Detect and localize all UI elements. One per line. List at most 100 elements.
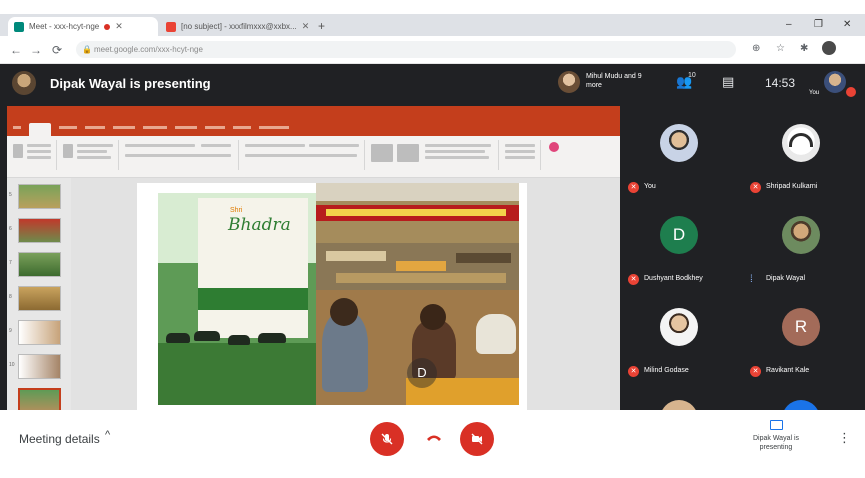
designer-icon[interactable] — [549, 142, 559, 152]
tab-gmail[interactable]: [no subject] - xxxfilmxxx@xxbx... ✕ — [160, 17, 315, 36]
lock-icon: 🔒 — [82, 45, 92, 54]
url-text: meet.google.com/xxx-hcyt-nge — [94, 45, 203, 54]
powerpoint-window: 5 6 7 8 9 10 Shri Bhadra D — [7, 106, 620, 410]
participant-tile[interactable]: ✕ Milind Godase — [620, 300, 740, 392]
meet-favicon-icon — [14, 21, 24, 32]
slide-thumbnail[interactable] — [18, 286, 61, 311]
chevron-up-icon[interactable]: ^ — [105, 429, 110, 441]
bookmark-star-icon[interactable]: ☆ — [776, 43, 785, 54]
tab-meet[interactable]: Meet - xxx-hcyt-nge ✕ — [8, 17, 158, 36]
recording-dot-icon — [104, 23, 111, 30]
participant-tile[interactable]: R ✕ Ravikant Kale — [742, 300, 862, 392]
present-screen-icon[interactable] — [770, 420, 783, 430]
meet-window: Meet - xxx-hcyt-nge ✕ [no subject] - xxx… — [0, 0, 865, 478]
headset-icon — [789, 133, 813, 147]
participant-name: Milind Godase — [644, 367, 689, 374]
ribbon-group-font — [121, 140, 239, 170]
ppt-tab[interactable] — [175, 126, 197, 129]
tab-title: [no subject] - xxxfilmxxx@xxbx... — [181, 22, 297, 31]
mic-off-icon — [381, 433, 393, 445]
mic-off-icon: ✕ — [628, 182, 639, 193]
meeting-details-button[interactable]: Meeting details — [19, 432, 100, 446]
participant-name: You — [644, 183, 656, 190]
ppt-tab[interactable] — [259, 126, 289, 129]
ppt-tab[interactable] — [143, 126, 167, 129]
tab-title: Meet - xxx-hcyt-nge — [29, 22, 100, 31]
extension-icon[interactable]: ⊕ — [752, 43, 760, 54]
participant-name: Shripad Kulkarni — [766, 183, 818, 190]
forward-button[interactable]: → — [30, 43, 42, 57]
reload-button[interactable]: ⟳ — [52, 43, 62, 57]
brand-small-text: Shri — [230, 207, 243, 214]
slide-thumbnail[interactable] — [18, 218, 61, 243]
slide-thumbnails: 5 6 7 8 9 10 — [7, 178, 71, 410]
ppt-ribbon-tabs — [7, 122, 620, 136]
participant-tile[interactable]: ⁞ Dipak Wayal — [742, 208, 862, 300]
brand-logo-text: Bhadra — [228, 215, 291, 235]
slide-canvas: Shri Bhadra D — [71, 178, 620, 410]
close-window-button[interactable]: ✕ — [843, 19, 851, 30]
mic-off-icon: ✕ — [628, 274, 639, 285]
ppt-tab[interactable] — [205, 126, 225, 129]
tab-close-icon[interactable]: ✕ — [115, 21, 123, 32]
ppt-tab[interactable] — [59, 126, 77, 129]
participant-grid: ✕ You ✕ Shripad Kulkarni D ✕ Dushyant Bo… — [620, 102, 865, 410]
pinned-participant-avatar[interactable] — [558, 71, 580, 93]
people-count: 10 — [688, 72, 696, 79]
ppt-tab[interactable] — [113, 126, 135, 129]
participant-avatar-partial — [660, 400, 698, 410]
slide-thumbnail[interactable] — [18, 252, 61, 277]
mic-toggle-button[interactable] — [370, 422, 404, 456]
presentation-stage: 5 6 7 8 9 10 Shri Bhadra D — [0, 102, 620, 410]
ppt-tab[interactable] — [233, 126, 251, 129]
extensions-puzzle-icon[interactable]: ✱ — [800, 43, 808, 54]
pinned-participant-name[interactable]: Mihul Mudu and 9 more — [586, 72, 646, 90]
maximize-button[interactable]: ❐ — [814, 19, 823, 30]
participant-name: Dushyant Bodkhey — [644, 275, 703, 282]
profile-avatar[interactable] — [822, 41, 836, 55]
browser-tab-strip: Meet - xxx-hcyt-nge ✕ [no subject] - xxx… — [0, 14, 865, 36]
stall-banner-photo: Shri Bhadra — [158, 193, 316, 405]
speaking-icon: ⁞ — [750, 274, 753, 285]
participant-name: Dipak Wayal — [766, 275, 806, 282]
meet-controls-bar: Meeting details ^ Dipak Wayal is present… — [0, 410, 865, 478]
call-end-icon[interactable] — [425, 429, 443, 447]
camera-toggle-button[interactable] — [460, 422, 494, 456]
participant-avatar: R — [782, 308, 820, 346]
slide-thumbnail-selected[interactable] — [18, 388, 61, 410]
ribbon-group-editing — [501, 140, 541, 170]
participant-avatar — [782, 124, 820, 162]
participant-avatar — [782, 216, 820, 254]
participant-tile[interactable]: ✕ You — [620, 116, 740, 208]
slide-thumbnail[interactable] — [18, 354, 61, 379]
participant-avatar-partial — [782, 400, 820, 410]
minimize-button[interactable]: – — [786, 19, 792, 30]
stall-sign-photo — [316, 183, 519, 243]
chat-icon[interactable]: ▤ — [722, 74, 734, 90]
tab-close-icon[interactable]: ✕ — [302, 21, 310, 32]
presenting-status-label[interactable]: Dipak Wayal is presenting — [736, 434, 816, 452]
ribbon-group-paragraph — [241, 140, 365, 170]
gmail-favicon-icon — [166, 21, 176, 32]
participant-tile[interactable]: ✕ Shripad Kulkarni — [742, 116, 862, 208]
vendors-photo — [316, 290, 519, 405]
slide-thumbnail[interactable] — [18, 320, 61, 345]
camera-off-icon — [471, 433, 483, 445]
participant-name: Ravikant Kale — [766, 367, 810, 374]
back-button[interactable]: ← — [10, 43, 22, 57]
ppt-tab-home[interactable] — [29, 123, 51, 136]
ppt-tab-file[interactable] — [13, 126, 21, 129]
url-field[interactable]: 🔒 meet.google.com/xxx-hcyt-nge — [76, 41, 736, 58]
presenter-ghost-avatar: D — [407, 358, 437, 388]
participant-tile[interactable]: D ✕ Dushyant Bodkhey — [620, 208, 740, 300]
new-tab-button[interactable]: + — [318, 19, 325, 33]
slide-thumbnail[interactable] — [18, 184, 61, 209]
ppt-title-bar — [7, 106, 620, 122]
ppt-tab[interactable] — [85, 126, 105, 129]
participant-avatar: D — [660, 216, 698, 254]
mic-off-icon: ✕ — [750, 182, 761, 193]
more-options-icon[interactable]: ⋮ — [838, 430, 851, 446]
self-label: You — [809, 90, 820, 96]
ppt-ribbon — [7, 136, 620, 178]
mic-off-icon: ✕ — [628, 366, 639, 377]
